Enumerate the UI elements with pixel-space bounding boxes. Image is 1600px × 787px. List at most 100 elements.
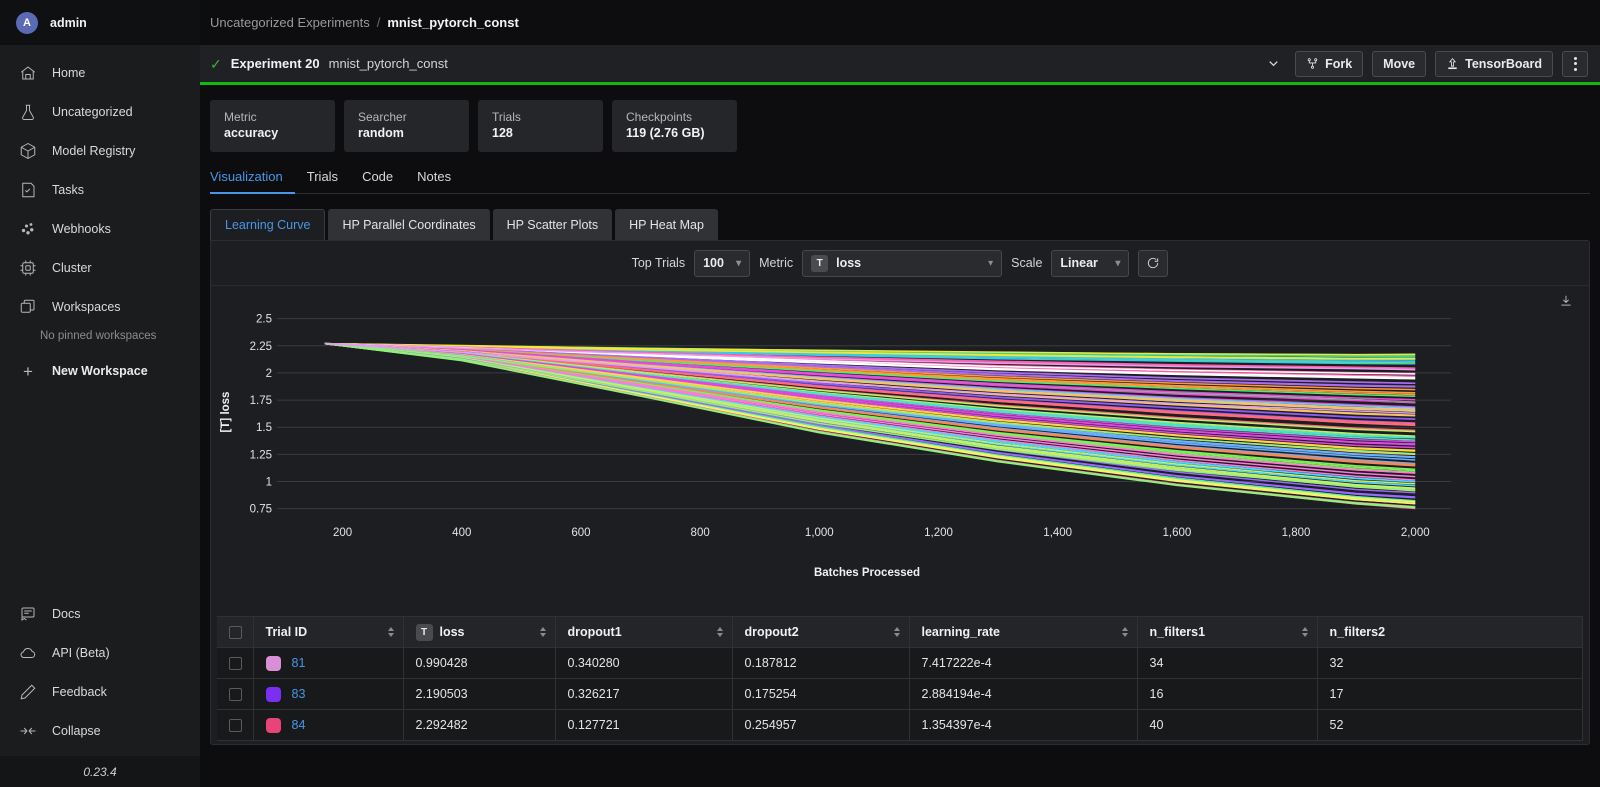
flask-icon xyxy=(18,102,38,122)
sidebar-item-label: Collapse xyxy=(52,723,101,738)
tab-visualization[interactable]: Visualization xyxy=(210,169,295,194)
column-header-learning-rate[interactable]: learning_rate xyxy=(909,616,1138,648)
trial-id-link[interactable]: 83 xyxy=(292,687,306,701)
plus-icon: + xyxy=(23,361,33,381)
sort-toggle[interactable] xyxy=(893,627,900,637)
column-label: n_filters2 xyxy=(1329,625,1386,639)
sidebar-item-label: Uncategorized xyxy=(52,104,133,119)
breadcrumb-parent[interactable]: Uncategorized Experiments xyxy=(210,15,370,30)
sidebar-item-uncategorized[interactable]: Uncategorized xyxy=(0,92,200,131)
cell-dropout2: 0.175254 xyxy=(732,678,910,710)
trial-color-swatch xyxy=(265,655,281,671)
sidebar-item-feedback[interactable]: Feedback xyxy=(0,672,200,711)
column-label: n_filters1 xyxy=(1149,625,1206,639)
metric-label: Metric xyxy=(759,256,794,270)
y-tick-label: 0.75 xyxy=(250,504,272,516)
trial-id-link[interactable]: 84 xyxy=(292,718,306,732)
fork-button[interactable]: Fork xyxy=(1295,50,1364,77)
new-workspace-button[interactable]: + New Workspace xyxy=(0,352,200,390)
table-row[interactable]: 81 0.990428 0.340280 0.187812 7.417222e-4 34 3… xyxy=(217,647,1583,679)
y-tick-label: 1.75 xyxy=(250,395,272,407)
row-checkbox[interactable] xyxy=(229,719,242,733)
sort-toggle[interactable] xyxy=(716,627,723,637)
subtab-hp-scatter-plots[interactable]: HP Scatter Plots xyxy=(492,209,613,240)
table-head: Trial ID T loss dropout1 dropout2 learni… xyxy=(217,616,1583,648)
sidebar-item-label: Webhooks xyxy=(52,221,111,236)
tasks-icon xyxy=(18,180,38,200)
user-menu[interactable]: A admin xyxy=(0,0,200,45)
column-header-trial-id[interactable]: Trial ID xyxy=(253,616,404,648)
app-root: A admin Home Uncategorized Model Registr… xyxy=(0,0,1600,787)
y-tick-label: 2 xyxy=(266,368,272,380)
cell-loss: 2.292482 xyxy=(403,709,556,741)
row-select-cell xyxy=(217,678,254,710)
card-value: 119 (2.76 GB) xyxy=(626,126,705,140)
sidebar-item-home[interactable]: Home xyxy=(0,53,200,92)
webhooks-icon xyxy=(18,219,38,239)
tensorboard-button[interactable]: TensorBoard xyxy=(1435,50,1553,77)
card-checkpoints: Checkpoints 119 (2.76 GB) xyxy=(612,100,737,152)
tab-notes[interactable]: Notes xyxy=(405,169,463,193)
subtab-hp-parallel-coordinates[interactable]: HP Parallel Coordinates xyxy=(328,209,490,240)
card-label: Checkpoints xyxy=(626,110,693,124)
sidebar-item-label: Model Registry xyxy=(52,143,136,158)
download-icon[interactable] xyxy=(1559,294,1573,313)
metric-type-badge: T xyxy=(811,254,829,272)
column-header-dropout1[interactable]: dropout1 xyxy=(555,616,733,648)
trial-id-link[interactable]: 81 xyxy=(292,656,306,670)
sort-toggle[interactable] xyxy=(1301,627,1308,637)
subtab-learning-curve[interactable]: Learning Curve xyxy=(210,209,326,240)
cell-n-filters1: 16 xyxy=(1137,678,1318,710)
subtab-hp-heat-map[interactable]: HP Heat Map xyxy=(615,209,718,240)
row-checkbox[interactable] xyxy=(229,657,242,671)
sidebar-item-collapse[interactable]: Collapse xyxy=(0,711,200,750)
sidebar-item-cluster[interactable]: Cluster xyxy=(0,248,200,287)
sort-toggle[interactable] xyxy=(387,627,394,637)
refresh-button[interactable] xyxy=(1138,249,1169,277)
card-label: Trials xyxy=(492,110,521,124)
scale-label: Scale xyxy=(1011,256,1043,270)
tab-code[interactable]: Code xyxy=(350,169,405,193)
cell-trial-id: 81 xyxy=(253,647,404,679)
x-tick-label: 1,000 xyxy=(805,527,834,539)
column-header-n-filters2[interactable]: n_filters2 xyxy=(1317,616,1583,648)
column-label: dropout1 xyxy=(567,625,622,639)
sort-toggle[interactable] xyxy=(539,627,546,637)
top-trials-select[interactable]: 100 ▾ xyxy=(694,249,751,277)
sidebar-item-tasks[interactable]: Tasks xyxy=(0,170,200,209)
x-tick-label: 1,200 xyxy=(924,527,953,539)
cell-n-filters1: 34 xyxy=(1137,647,1318,679)
column-header-n-filters1[interactable]: n_filters1 xyxy=(1137,616,1318,648)
column-header-dropout2[interactable]: dropout2 xyxy=(732,616,910,648)
move-button[interactable]: Move xyxy=(1372,50,1427,77)
table-row[interactable]: 83 2.190503 0.326217 0.175254 2.884194e-4 16 1… xyxy=(217,678,1583,710)
no-pinned-workspaces-note: No pinned workspaces xyxy=(40,330,157,342)
sidebar-item-docs[interactable]: Docs xyxy=(0,594,200,633)
card-metric: Metric accuracy xyxy=(210,100,335,152)
cell-dropout2: 0.254957 xyxy=(732,709,910,741)
table-row[interactable]: 84 2.292482 0.127721 0.254957 1.354397e-4 40 5… xyxy=(217,709,1583,741)
more-options-button[interactable] xyxy=(1562,50,1588,77)
sidebar-item-label: Feedback xyxy=(52,684,107,699)
sidebar-item-label: Cluster xyxy=(52,260,92,275)
tab-trials[interactable]: Trials xyxy=(295,169,350,193)
scale-select[interactable]: Linear ▾ xyxy=(1051,249,1130,277)
sidebar-item-api[interactable]: API (Beta) xyxy=(0,633,200,672)
table-header-row: Trial ID T loss dropout1 dropout2 learni… xyxy=(217,616,1583,648)
x-tick-label: 800 xyxy=(691,527,710,539)
metric-select[interactable]: T loss ▾ xyxy=(802,249,1003,277)
x-tick-label: 1,400 xyxy=(1043,527,1072,539)
sidebar-item-webhooks[interactable]: Webhooks xyxy=(0,209,200,248)
chart-toolbar: Top Trials 100 ▾ Metric T loss ▾ Scale L… xyxy=(211,241,1589,286)
column-header-loss[interactable]: T loss xyxy=(403,616,556,648)
row-checkbox[interactable] xyxy=(229,688,242,702)
select-all-checkbox[interactable] xyxy=(229,626,242,640)
x-tick-label: 600 xyxy=(571,527,590,539)
cell-trial-id: 83 xyxy=(253,678,404,710)
chevron-down-icon[interactable] xyxy=(1260,51,1286,77)
sidebar-item-workspaces[interactable]: Workspaces xyxy=(0,287,200,326)
user-name: admin xyxy=(50,15,87,30)
sidebar-item-model-registry[interactable]: Model Registry xyxy=(0,131,200,170)
sort-toggle[interactable] xyxy=(1121,627,1128,637)
visualization-subtabs: Learning Curve HP Parallel Coordinates H… xyxy=(210,209,1590,240)
